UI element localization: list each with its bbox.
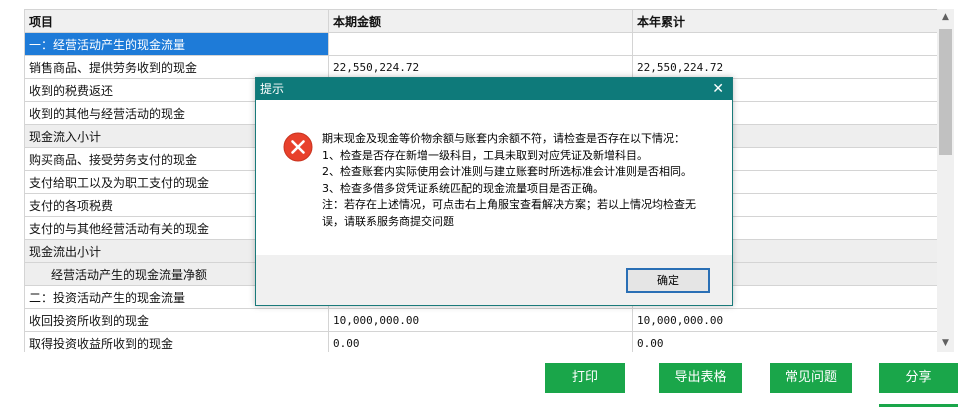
- faq-button[interactable]: 常见问题: [770, 363, 852, 393]
- row-item[interactable]: 收回投资所收到的现金: [24, 308, 329, 332]
- row-current[interactable]: 0.00: [328, 331, 633, 352]
- row-ytd[interactable]: 22,550,224.72: [632, 55, 937, 79]
- row-current[interactable]: 22,550,224.72: [328, 55, 633, 79]
- share-button[interactable]: 分享: [879, 363, 958, 393]
- error-icon: [283, 132, 313, 162]
- table-header-row: 项目 本期金额 本年累计: [24, 9, 937, 33]
- alert-dialog: 提示 ✕ 期末现金及现金等价物余额与账套内余额不符，请检查是否存在以下情况： 1…: [255, 77, 733, 306]
- row-ytd[interactable]: 0.00: [632, 331, 937, 352]
- row-ytd[interactable]: 10,000,000.00: [632, 308, 937, 332]
- table-row[interactable]: 取得投资收益所收到的现金 0.00 0.00: [24, 331, 937, 352]
- table-row[interactable]: 销售商品、提供劳务收到的现金 22,550,224.72 22,550,224.…: [24, 55, 937, 79]
- row-current[interactable]: 10,000,000.00: [328, 308, 633, 332]
- dialog-body: 期末现金及现金等价物余额与账套内余额不符，请检查是否存在以下情况： 1、检查是否…: [256, 100, 732, 255]
- column-header-item[interactable]: 项目: [24, 9, 329, 33]
- row-item[interactable]: 一：经营活动产生的现金流量: [24, 32, 329, 56]
- dialog-message: 期末现金及现金等价物余额与账套内余额不符，请检查是否存在以下情况： 1、检查是否…: [322, 132, 696, 228]
- row-item[interactable]: 销售商品、提供劳务收到的现金: [24, 55, 329, 79]
- print-button[interactable]: 打印: [545, 363, 625, 393]
- dialog-title: 提示: [260, 82, 285, 96]
- scroll-thumb[interactable]: [939, 29, 952, 155]
- column-header-current[interactable]: 本期金额: [328, 9, 633, 33]
- export-table-button[interactable]: 导出表格: [659, 363, 742, 393]
- row-current[interactable]: [328, 32, 633, 56]
- vertical-scrollbar[interactable]: ▲ ▼: [937, 9, 954, 352]
- table-row[interactable]: 一：经营活动产生的现金流量: [24, 32, 937, 56]
- column-header-ytd[interactable]: 本年累计: [632, 9, 937, 33]
- scroll-up-icon[interactable]: ▲: [937, 9, 954, 26]
- scroll-down-icon[interactable]: ▼: [937, 335, 954, 352]
- row-ytd[interactable]: [632, 32, 937, 56]
- dialog-titlebar: 提示 ✕: [256, 78, 732, 100]
- row-item[interactable]: 取得投资收益所收到的现金: [24, 331, 329, 352]
- ok-button[interactable]: 确定: [626, 268, 710, 293]
- table-row[interactable]: 收回投资所收到的现金 10,000,000.00 10,000,000.00: [24, 308, 937, 332]
- close-icon[interactable]: ✕: [712, 78, 724, 100]
